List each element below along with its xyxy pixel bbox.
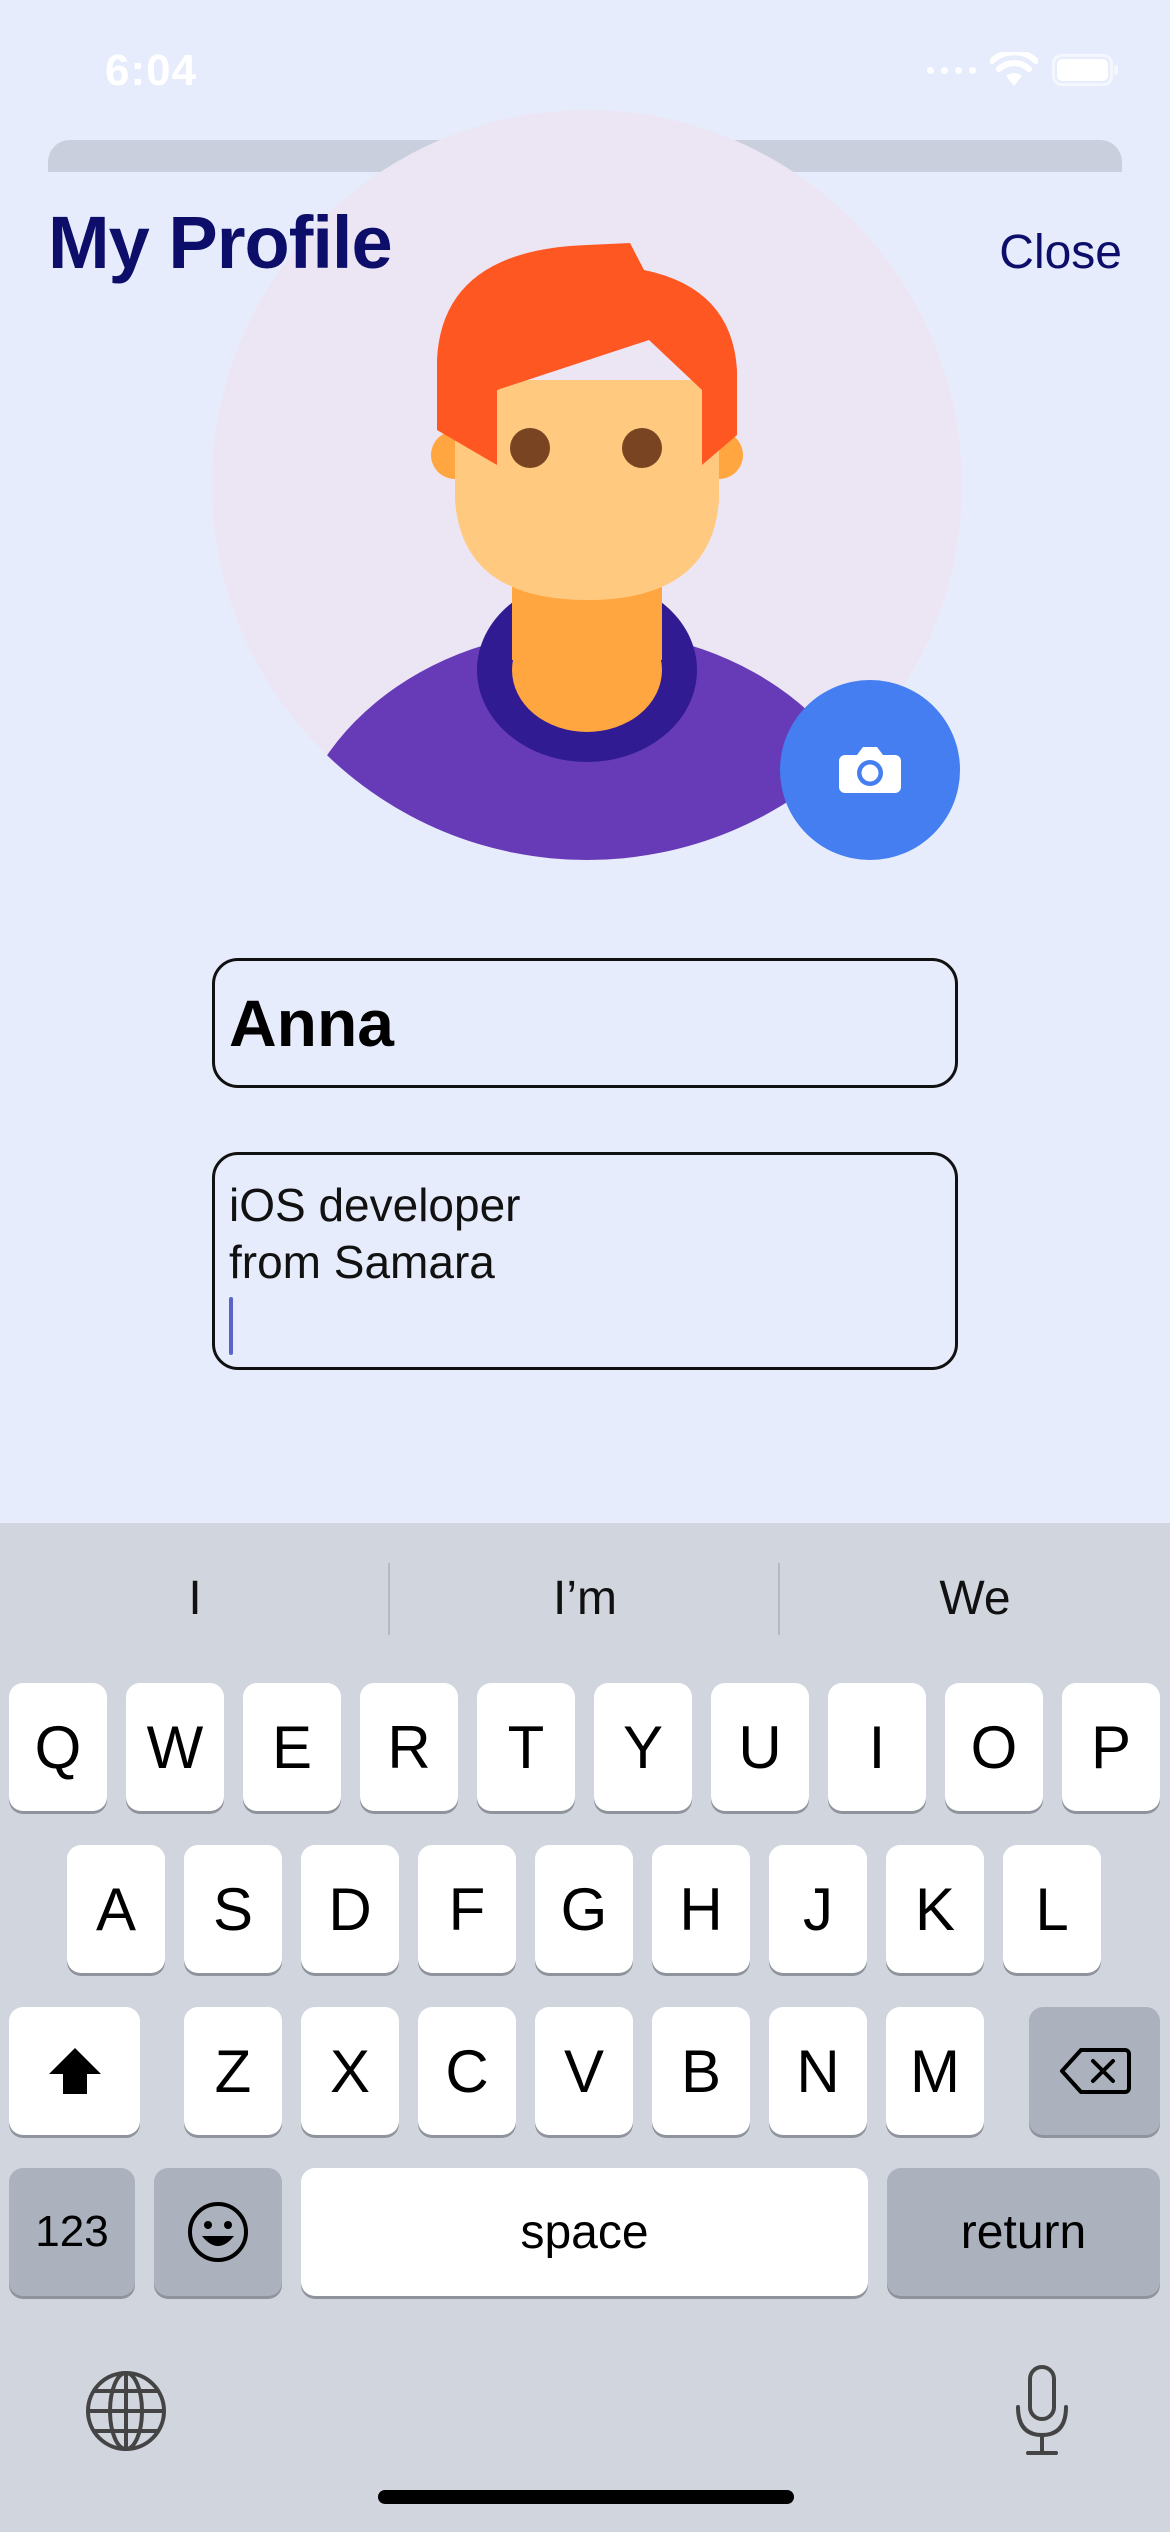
shift-key[interactable] <box>9 2007 140 2135</box>
key-d[interactable]: D <box>301 1845 399 1973</box>
close-button[interactable]: Close <box>999 225 1122 280</box>
key-n[interactable]: N <box>769 2007 867 2135</box>
microphone-icon[interactable] <box>1010 2363 1074 2459</box>
key-w[interactable]: W <box>126 1683 224 1811</box>
shift-icon <box>48 2048 101 2094</box>
key-a[interactable]: A <box>67 1845 165 1973</box>
key-o[interactable]: O <box>945 1683 1043 1811</box>
profile-screen: 6:04 My Profile Close Anna iOS developer… <box>0 0 1170 2532</box>
battery-icon <box>1052 54 1118 86</box>
bio-textarea[interactable]: iOS developer from Samara <box>212 1152 958 1370</box>
home-indicator[interactable] <box>378 2490 794 2504</box>
suggestion-1[interactable]: I <box>0 1523 390 1673</box>
page-title: My Profile <box>48 201 393 284</box>
suggestion-3[interactable]: We <box>780 1523 1170 1673</box>
status-icons <box>927 52 1120 88</box>
numbers-key[interactable]: 123 <box>9 2168 135 2296</box>
key-y[interactable]: Y <box>594 1683 692 1811</box>
key-x[interactable]: X <box>301 2007 399 2135</box>
name-field[interactable]: Anna <box>212 958 958 1088</box>
name-value: Anna <box>229 986 394 1060</box>
delete-key[interactable] <box>1029 2007 1160 2135</box>
key-k[interactable]: K <box>886 1845 984 1973</box>
key-g[interactable]: G <box>535 1845 633 1973</box>
bio-line-2: from Samara <box>229 1236 495 1288</box>
key-m[interactable]: M <box>886 2007 984 2135</box>
signal-icon <box>927 66 976 74</box>
key-p[interactable]: P <box>1062 1683 1160 1811</box>
suggestion-bar: I I’m We <box>0 1523 1170 1673</box>
key-e[interactable]: E <box>243 1683 341 1811</box>
key-h[interactable]: H <box>652 1845 750 1973</box>
wifi-icon <box>990 52 1038 86</box>
emoji-key[interactable] <box>154 2168 282 2296</box>
text-caret <box>229 1297 233 1355</box>
suggestion-2[interactable]: I’m <box>390 1523 780 1673</box>
status-time: 6:04 <box>105 46 198 95</box>
bio-line-1: iOS developer <box>229 1179 521 1231</box>
key-l[interactable]: L <box>1003 1845 1101 1973</box>
emoji-icon <box>188 2202 248 2262</box>
key-v[interactable]: V <box>535 2007 633 2135</box>
globe-icon[interactable] <box>84 2369 168 2453</box>
key-q[interactable]: Q <box>9 1683 107 1811</box>
key-b[interactable]: B <box>652 2007 750 2135</box>
key-z[interactable]: Z <box>184 2007 282 2135</box>
return-key[interactable]: return <box>887 2168 1160 2296</box>
delete-icon <box>1059 2048 1131 2094</box>
key-i[interactable]: I <box>828 1683 926 1811</box>
key-r[interactable]: R <box>360 1683 458 1811</box>
key-u[interactable]: U <box>711 1683 809 1811</box>
space-key[interactable]: space <box>301 2168 868 2296</box>
keyboard: I I’m We Q W E R T Y U I O P A S D F G H… <box>0 1523 1170 2532</box>
key-s[interactable]: S <box>184 1845 282 1973</box>
change-photo-button[interactable] <box>780 680 960 860</box>
key-j[interactable]: J <box>769 1845 867 1973</box>
key-f[interactable]: F <box>418 1845 516 1973</box>
key-c[interactable]: C <box>418 2007 516 2135</box>
key-t[interactable]: T <box>477 1683 575 1811</box>
camera-icon <box>839 747 901 793</box>
